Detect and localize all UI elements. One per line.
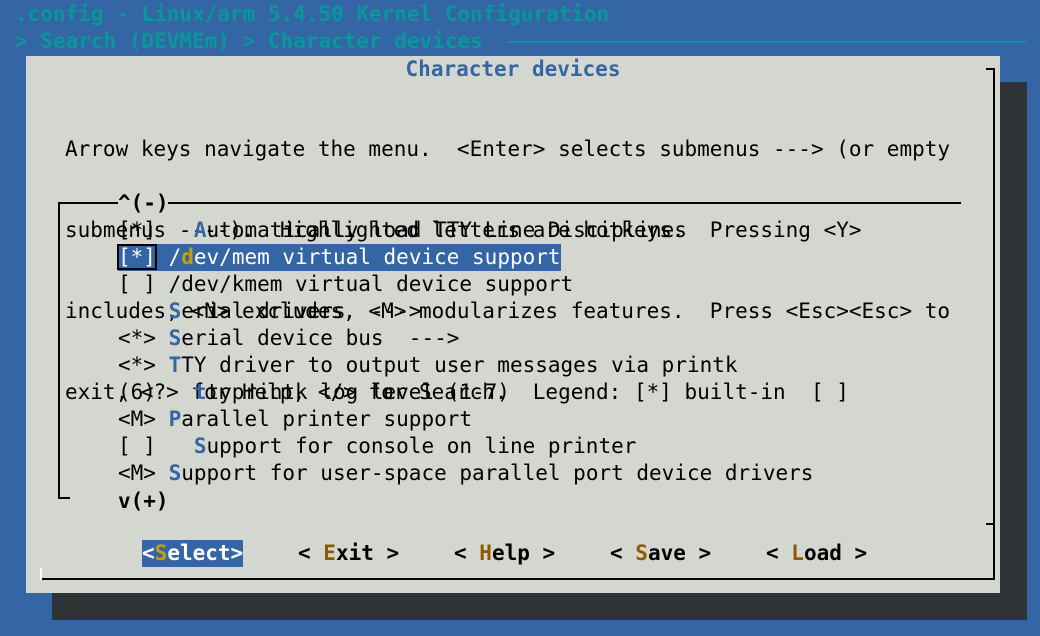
button-hotkey: S xyxy=(635,541,648,565)
menu-item[interactable]: [ ] Support for console on line printer xyxy=(118,433,636,460)
menu-item-hotkey: S xyxy=(168,299,182,323)
menu-item-label: ev/mem virtual device support xyxy=(193,245,561,269)
menu-item-prefix: (6) xyxy=(118,380,194,404)
button-hotkey: S xyxy=(154,541,168,565)
menu-item-prefix: <*> xyxy=(118,326,169,350)
menu-item-prefix: [ ] xyxy=(118,434,194,458)
button-label: < xyxy=(298,541,324,565)
terminal-cursor: [*] xyxy=(117,244,157,270)
dialog-frame-bottom xyxy=(40,578,995,580)
menu-item-label: erial device bus ---> xyxy=(181,326,460,350)
scroll-down-indicator[interactable]: v(+) xyxy=(118,488,169,515)
menu-item[interactable]: <*> Serial device bus ---> xyxy=(118,325,459,352)
button-label: xit > xyxy=(335,541,400,565)
menu-item-label: utomatically load TTY Line Disciplines xyxy=(206,218,687,242)
button-label: oad > xyxy=(803,541,868,565)
menu-item-hotkey: S xyxy=(168,326,182,350)
menu-item-prefix: [*] / xyxy=(117,244,182,270)
menu-item-label: TY driver to output user messages via pr… xyxy=(181,353,738,377)
dialog-title: Character devices xyxy=(405,57,621,81)
button-label: elp > xyxy=(491,541,556,565)
help-button[interactable]: < Help > xyxy=(454,540,555,567)
menu-item-hotkey: P xyxy=(168,407,182,431)
menu-item[interactable]: <M> Parallel printer support xyxy=(118,406,472,433)
menu-item[interactable]: <*> TTY driver to output user messages v… xyxy=(118,352,738,379)
button-label: elect> xyxy=(167,541,244,565)
button-label: ave > xyxy=(647,541,712,565)
load-button[interactable]: < Load > xyxy=(766,540,867,567)
breadcrumb-rule xyxy=(508,41,1026,43)
menu-item-hotkey: S xyxy=(193,434,207,458)
button-label: < xyxy=(454,541,480,565)
menu-item-prefix: [ ] /dev/kmem virtual device support xyxy=(118,272,574,296)
menu-item-prefix xyxy=(118,299,169,323)
menu-item-prefix: [*] xyxy=(118,218,194,242)
menu-item-hotkey: T xyxy=(168,353,182,377)
window-title: .config - Linux/arm 5.4.50 Kernel Config… xyxy=(15,2,610,26)
button-label: < xyxy=(610,541,636,565)
menu-item-hotkey: A xyxy=(193,218,207,242)
menu-item-hotkey: t xyxy=(193,380,207,404)
menu-item-prefix: <*> xyxy=(118,353,169,377)
menu-item[interactable]: Serial drivers ---> xyxy=(118,298,422,325)
menu-item[interactable]: [*] /dev/mem virtual device support xyxy=(117,244,561,271)
button-hotkey: L xyxy=(791,541,804,565)
menu-item-prefix: <M> xyxy=(118,407,169,431)
menu-item-label: typrintk log level (1-7) xyxy=(206,380,510,404)
breadcrumb: > Search (DEVMEm) > Character devices xyxy=(15,29,483,53)
menu-item-prefix: <M> xyxy=(118,461,169,485)
button-label: < xyxy=(766,541,792,565)
menu-item[interactable]: [ ] /dev/kmem virtual device support xyxy=(118,271,573,298)
menu-item[interactable]: (6) ttyprintk log level (1-7) xyxy=(118,379,510,406)
button-hotkey: H xyxy=(479,541,492,565)
menuconfig-dialog: Character devices Arrow keys navigate th… xyxy=(26,56,1000,593)
menu-item-label: arallel printer support xyxy=(181,407,473,431)
dialog-frame-right xyxy=(993,68,995,580)
menu-item-label: upport for user-space parallel port devi… xyxy=(181,461,814,485)
button-label: < xyxy=(142,541,155,565)
menu-item-hotkey: S xyxy=(168,461,182,485)
menu-item-label: upport for console on line printer xyxy=(206,434,637,458)
exit-button[interactable]: < Exit > xyxy=(298,540,399,567)
select-button[interactable]: <Select> xyxy=(142,540,244,567)
menu-item[interactable]: <M> Support for user-space parallel port… xyxy=(118,460,813,487)
menu-item[interactable]: [*] Automatically load TTY Line Discipli… xyxy=(118,217,687,244)
scroll-up-indicator[interactable]: ^(-) xyxy=(118,190,169,217)
menu-box-frame xyxy=(58,202,60,498)
menu-item-label: erial drivers ---> xyxy=(181,299,422,323)
menu-item-hotkey: d xyxy=(181,245,194,269)
help-line: Arrow keys navigate the menu. <Enter> se… xyxy=(65,137,951,161)
button-hotkey: E xyxy=(323,541,336,565)
save-button[interactable]: < Save > xyxy=(610,540,711,567)
